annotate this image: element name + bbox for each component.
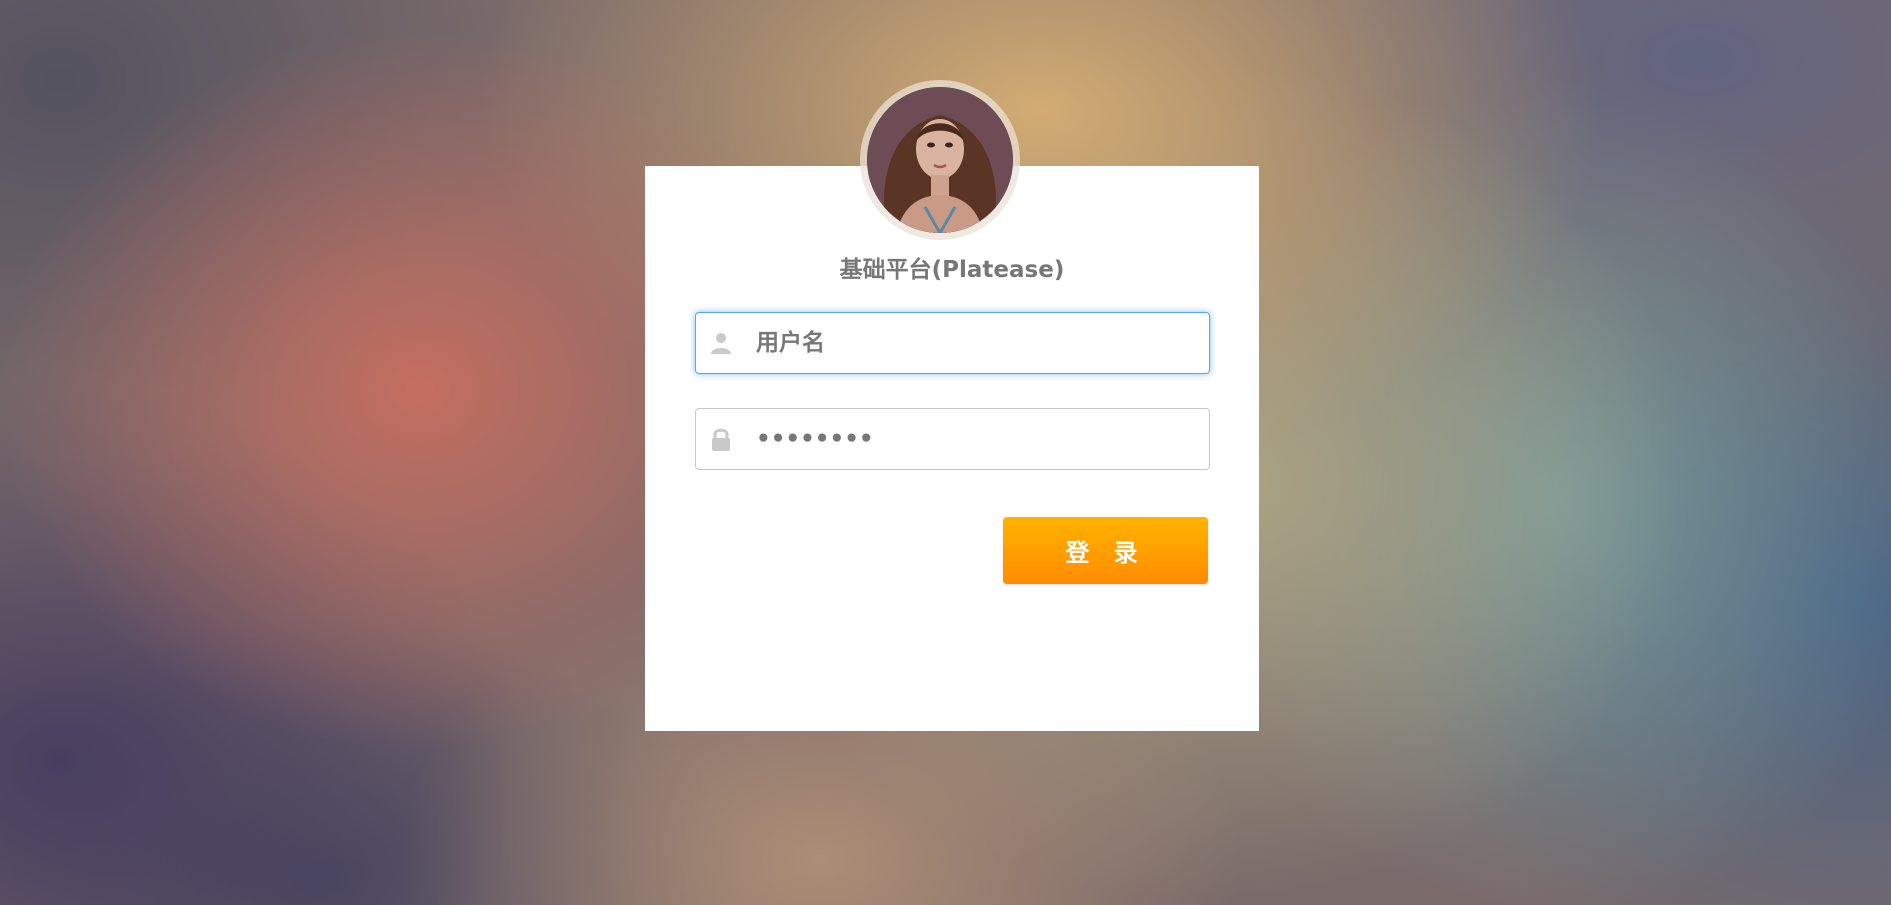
avatar-portrait: [867, 87, 1013, 233]
username-input[interactable]: [756, 313, 1196, 373]
username-field[interactable]: [695, 312, 1210, 374]
avatar-ring: [860, 80, 1020, 240]
password-input[interactable]: [756, 409, 1196, 469]
page-title: 基础平台(Platease): [839, 257, 1065, 283]
user-icon: [708, 330, 734, 356]
lock-icon: [708, 426, 734, 452]
avatar: [867, 87, 1013, 233]
password-field[interactable]: [695, 408, 1210, 470]
login-button[interactable]: 登 录: [1003, 517, 1208, 584]
